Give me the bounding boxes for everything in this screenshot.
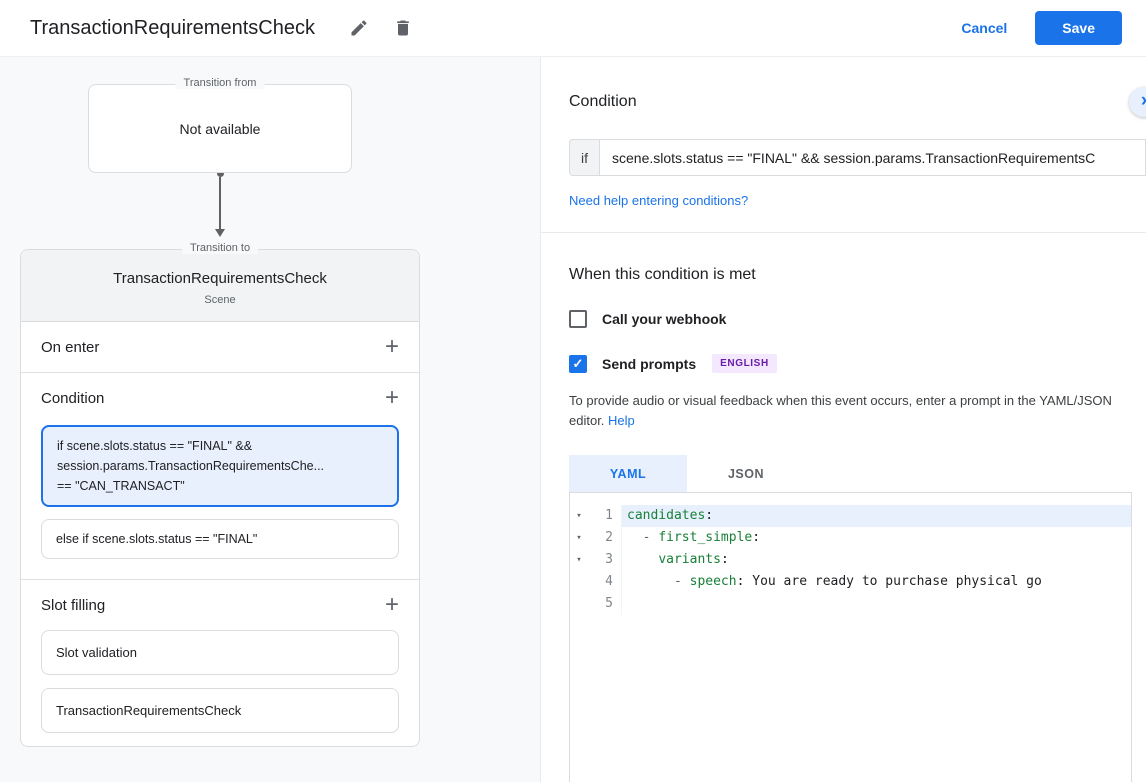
tab-yaml[interactable]: YAML <box>569 455 687 493</box>
condition-heading-row: Condition › <box>541 87 1146 117</box>
chevron-right-icon: › <box>1141 90 1146 112</box>
code-line: ▾ 3 variants: <box>570 549 1131 572</box>
on-enter-section-row: On enter + <box>21 322 419 372</box>
editor-tabs: YAML JSON <box>541 455 1146 493</box>
code-key: variants <box>658 552 721 568</box>
when-condition-met-heading: When this condition is met <box>569 266 756 283</box>
send-prompts-label: Send prompts <box>602 355 697 372</box>
save-button[interactable]: Save <box>1035 11 1122 45</box>
code-line: ▾ 1 candidates: <box>570 505 1131 528</box>
condition-item-selected[interactable]: if scene.slots.status == "FINAL" && sess… <box>41 425 399 507</box>
code-text[interactable]: variants: <box>622 549 1131 571</box>
header-actions: Cancel Save <box>961 11 1122 45</box>
slot-filling-section-row: Slot filling + <box>21 580 419 630</box>
add-on-enter-button[interactable]: + <box>385 335 399 359</box>
code-separator: : <box>705 508 714 524</box>
code-text[interactable]: - speech: You are ready to purchase phys… <box>622 571 1131 593</box>
page-title: TransactionRequirementsCheck <box>30 16 315 39</box>
editor-gutter: ▾ 1 <box>570 505 622 528</box>
editor-gutter: 4 <box>570 571 622 594</box>
transition-arrow <box>214 170 226 237</box>
trash-icon <box>397 20 409 36</box>
editor-gutter: 5 <box>570 593 622 616</box>
cancel-button[interactable]: Cancel <box>961 20 1007 36</box>
condition-expression-row: if <box>541 139 1146 176</box>
transition-from-value: Not available <box>179 120 261 137</box>
fold-toggle-icon[interactable]: ▾ <box>572 505 586 527</box>
condition-section-row: Condition + <box>21 373 419 423</box>
on-enter-label: On enter <box>41 338 100 356</box>
transition-from-label: Transition from <box>175 77 265 89</box>
condition-item[interactable]: else if scene.slots.status == "FINAL" <box>41 519 399 559</box>
scene-card-header[interactable]: TransactionRequirementsCheck Scene <box>21 250 419 322</box>
scene-card-subtitle: Scene <box>204 294 236 306</box>
line-number: 4 <box>605 574 613 590</box>
send-prompts-checkbox[interactable]: ✓ <box>569 354 587 373</box>
yaml-code-editor[interactable]: ▾ 1 candidates: ▾ 2 - first_simple: ▾ 3 … <box>569 492 1132 782</box>
code-text[interactable] <box>622 593 1131 615</box>
code-key: candidates <box>627 508 706 524</box>
code-separator: : <box>720 552 729 568</box>
scene-card-title: TransactionRequirementsCheck <box>113 270 327 287</box>
editor-gutter: ▾ 2 <box>570 527 622 550</box>
send-prompts-option-row: ✓ Send prompts ENGLISH <box>541 354 1146 373</box>
header: TransactionRequirementsCheck Cancel Save <box>0 0 1146 57</box>
if-prefix-label: if <box>569 139 599 176</box>
add-condition-button[interactable]: + <box>385 386 399 410</box>
header-left: TransactionRequirementsCheck <box>30 12 419 44</box>
prompt-help-link[interactable]: Help <box>608 413 635 428</box>
scene-graph-panel: Transition from Not available Transition… <box>0 57 541 782</box>
code-key: first_simple <box>658 530 753 546</box>
slot-filling-label: Slot filling <box>41 596 106 614</box>
main-content: Transition from Not available Transition… <box>0 57 1146 782</box>
tab-json[interactable]: JSON <box>687 455 805 493</box>
webhook-label: Call your webhook <box>602 311 727 327</box>
collapse-panel-button[interactable]: › <box>1129 87 1146 117</box>
webhook-option-row: Call your webhook <box>541 310 1146 328</box>
arrow-head-icon <box>215 229 225 237</box>
code-separator: : <box>752 530 761 546</box>
code-indent: - <box>627 574 690 590</box>
prompt-description: To provide audio or visual feedback when… <box>541 391 1118 431</box>
edit-scene-name-button[interactable] <box>343 12 375 44</box>
line-number: 5 <box>605 596 613 612</box>
code-indent: - <box>627 530 659 546</box>
panel-divider <box>541 232 1146 233</box>
add-slot-button[interactable]: + <box>385 593 399 617</box>
line-number: 3 <box>605 552 613 568</box>
code-line: 4 - speech: You are ready to purchase ph… <box>570 571 1131 594</box>
webhook-checkbox[interactable] <box>569 310 587 328</box>
condition-expression-input[interactable] <box>599 139 1146 176</box>
condition-editor-panel: Condition › if Need help entering condit… <box>541 57 1146 782</box>
code-text[interactable]: - first_simple: <box>622 527 1131 549</box>
line-number: 1 <box>605 508 613 524</box>
transition-to-label: Transition to <box>181 242 259 254</box>
condition-section-label: Condition <box>41 389 105 407</box>
condition-help-link[interactable]: Need help entering conditions? <box>569 193 748 208</box>
slot-item-validation[interactable]: Slot validation <box>41 630 399 675</box>
condition-heading: Condition <box>569 93 637 110</box>
arrow-stem <box>219 177 221 229</box>
code-text[interactable]: candidates: <box>622 505 1131 528</box>
pencil-icon <box>351 20 367 36</box>
check-icon: ✓ <box>572 355 584 371</box>
editor-gutter: ▾ 3 <box>570 549 622 572</box>
fold-toggle-icon[interactable]: ▾ <box>572 549 586 571</box>
delete-scene-button[interactable] <box>387 12 419 44</box>
scene-graph-column: Transition from Not available Transition… <box>20 77 420 747</box>
line-number: 2 <box>605 530 613 546</box>
code-key: speech <box>689 574 737 590</box>
code-line: 5 <box>570 593 1131 616</box>
transition-from-box: Transition from Not available <box>88 77 352 173</box>
fold-toggle-icon[interactable]: ▾ <box>572 527 586 549</box>
prompt-description-text: To provide audio or visual feedback when… <box>569 393 1112 429</box>
code-line: ▾ 2 - first_simple: <box>570 527 1131 550</box>
transition-to-card: Transition to TransactionRequirementsChe… <box>20 242 420 747</box>
code-separator: : <box>736 574 753 590</box>
code-value: You are ready to purchase physical go <box>752 574 1042 590</box>
language-badge: ENGLISH <box>712 354 777 373</box>
slot-item-transaction-check[interactable]: TransactionRequirementsCheck <box>41 688 399 733</box>
